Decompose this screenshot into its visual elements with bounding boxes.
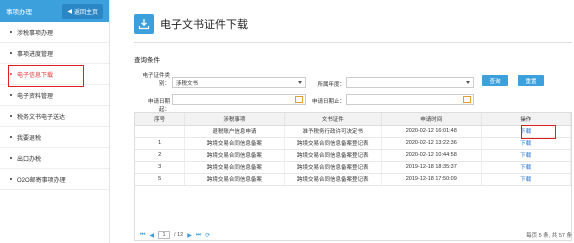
page-summary: 每页 5 条, 共 57 条 [526, 233, 572, 239]
reset-button[interactable]: 重置 [518, 75, 544, 86]
column-header: 涉税事项 [184, 113, 285, 126]
row-index: 1 [135, 137, 186, 150]
sidebar-header: 事项办理 ◀ 返回主页 [0, 0, 109, 22]
row-document: 准予税务行政许可决定书 [284, 125, 383, 138]
table-header-row: 序号 涉税事项 文书证件 申请时间 操作 [135, 113, 571, 126]
row-document: 跨境交易合同信息备案登记表 [284, 161, 383, 174]
row-matter: 跨境交易合同信息备案 [184, 173, 285, 186]
bullet-icon [10, 136, 12, 138]
pagination: ⏮ ◀ 1 / 12 ▶ ⏭ ⟳ 每页 5 条, 共 57 条 [134, 228, 572, 242]
row-document: 跨境交易合同信息备案登记表 [284, 137, 383, 150]
last-page-icon[interactable]: ⏭ [196, 232, 201, 239]
table-row: 5 跨境交易合同信息备案 跨境交易合同信息备案登记表 2019-12-18 17… [135, 173, 571, 186]
results-table: 序号 涉税事项 文书证件 申请时间 操作 退税账户信息申请 准予税务行政许可决定… [134, 112, 572, 241]
sidebar-item-label: 电子资料管理 [17, 93, 54, 100]
bullet-icon [10, 52, 12, 54]
download-link[interactable]: 下载 [481, 161, 571, 174]
cert-type-select[interactable]: 涉税文书 [172, 77, 306, 88]
sidebar-item-label: 出口办税 [17, 156, 42, 163]
column-header: 操作 [481, 113, 571, 126]
start-date-input[interactable] [172, 94, 306, 105]
total-pages: / 12 [174, 232, 184, 238]
sidebar-item-progress[interactable]: 事项进度管理 [0, 43, 109, 64]
chevron-down-icon [466, 81, 470, 84]
back-home-button[interactable]: ◀ 返回主页 [62, 3, 103, 19]
download-link[interactable]: 下载 [481, 149, 571, 162]
row-time: 2019-12-18 18:35:37 [381, 161, 482, 174]
end-date-input[interactable] [346, 94, 474, 105]
row-time: 2019-12-18 17:50:09 [381, 173, 482, 186]
table-row: 3 跨境交易合同信息备案 跨境交易合同信息备案登记表 2019-12-18 18… [135, 161, 571, 174]
row-index: 5 [135, 173, 186, 186]
row-time: 2020-02-12 10:44:58 [381, 149, 482, 162]
divider [134, 42, 572, 43]
year-select[interactable] [346, 77, 474, 88]
sidebar: 事项办理 ◀ 返回主页 涉税事项办理 事项进度管理 电子信息下载 电子资料管理 … [0, 0, 110, 243]
row-index: 3 [135, 161, 186, 174]
sidebar-item-label: 我要退税 [17, 135, 42, 142]
start-date-label: 申请日期起： [147, 99, 170, 113]
row-document: 跨境交易合同信息备案登记表 [284, 173, 383, 186]
table-row: 退税账户信息申请 准予税务行政许可决定书 2020-02-12 16:01:48… [135, 125, 571, 138]
calendar-icon[interactable] [295, 96, 303, 103]
cert-type-value: 涉税文书 [176, 80, 199, 87]
row-time: 2020-02-12 16:01:48 [381, 125, 482, 138]
sidebar-item-label: 事项进度管理 [17, 51, 54, 58]
table-row: 1 跨境交易合同信息备案 跨境交易合同信息备案登记表 2020-02-12 13… [135, 137, 571, 150]
download-link[interactable]: 下载 [481, 173, 571, 186]
cert-type-label: 电子证件类别： [142, 73, 170, 87]
row-time: 2020-02-12 13:22:36 [381, 137, 482, 150]
column-header: 文书证件 [284, 113, 383, 126]
main-content: 电子文书证件下载 查询条件 电子证件类别： 涉税文书 所属年度： 查询 重置 申… [112, 0, 574, 243]
highlight-box [8, 65, 84, 87]
column-header: 序号 [135, 113, 186, 126]
bullet-icon [10, 157, 12, 159]
page-title: 电子文书证件下载 [160, 19, 248, 31]
row-matter: 跨境交易合同信息备案 [184, 137, 285, 150]
sidebar-item-label: O2O邮寄事项办理 [17, 177, 66, 184]
refresh-icon[interactable]: ⟳ [205, 232, 210, 239]
back-home-label: 返回主页 [73, 9, 98, 16]
sidebar-item-export[interactable]: 出口办税 [0, 148, 109, 169]
bullet-icon [10, 178, 12, 180]
page-header: 电子文书证件下载 [134, 14, 248, 34]
row-index [135, 125, 186, 138]
page-number-input[interactable]: 1 [158, 231, 171, 239]
column-header: 申请时间 [381, 113, 482, 126]
chevron-down-icon [298, 81, 302, 84]
query-button[interactable]: 查询 [482, 75, 508, 86]
sidebar-item-tax-matters[interactable]: 涉税事项办理 [0, 22, 109, 43]
first-page-icon[interactable]: ⏮ [140, 232, 145, 239]
bullet-icon [10, 31, 12, 33]
highlight-box [521, 125, 556, 139]
bullet-icon [10, 115, 12, 117]
end-date-label: 申请日期止： [312, 99, 346, 105]
year-label: 所属年度： [317, 82, 345, 88]
arrow-left-icon: ◀ [67, 8, 72, 15]
row-matter: 跨境交易合同信息备案 [184, 161, 285, 174]
calendar-icon[interactable] [463, 96, 471, 103]
row-matter: 退税账户信息申请 [184, 125, 285, 138]
bullet-icon [10, 94, 12, 96]
download-icon [134, 14, 154, 34]
sidebar-item-e-delivery[interactable]: 税务文书电子送达 [0, 106, 109, 127]
prev-page-icon[interactable]: ◀ [149, 232, 154, 239]
sidebar-item-refund[interactable]: 我要退税 [0, 127, 109, 148]
row-document: 跨境交易合同信息备案登记表 [284, 149, 383, 162]
sidebar-item-label: 涉税事项办理 [17, 30, 54, 37]
sidebar-item-o2o[interactable]: O2O邮寄事项办理 [0, 169, 109, 190]
sidebar-title: 事项办理 [6, 9, 32, 16]
row-matter: 跨境交易合同信息备案 [184, 149, 285, 162]
sidebar-item-e-docs[interactable]: 电子资料管理 [0, 85, 109, 106]
section-title: 查询条件 [134, 57, 160, 64]
table-row: 2 跨境交易合同信息备案 跨境交易合同信息备案登记表 2020-02-12 10… [135, 149, 571, 162]
next-page-icon[interactable]: ▶ [187, 232, 192, 239]
sidebar-item-label: 税务文书电子送达 [17, 114, 66, 121]
row-index: 2 [135, 149, 186, 162]
